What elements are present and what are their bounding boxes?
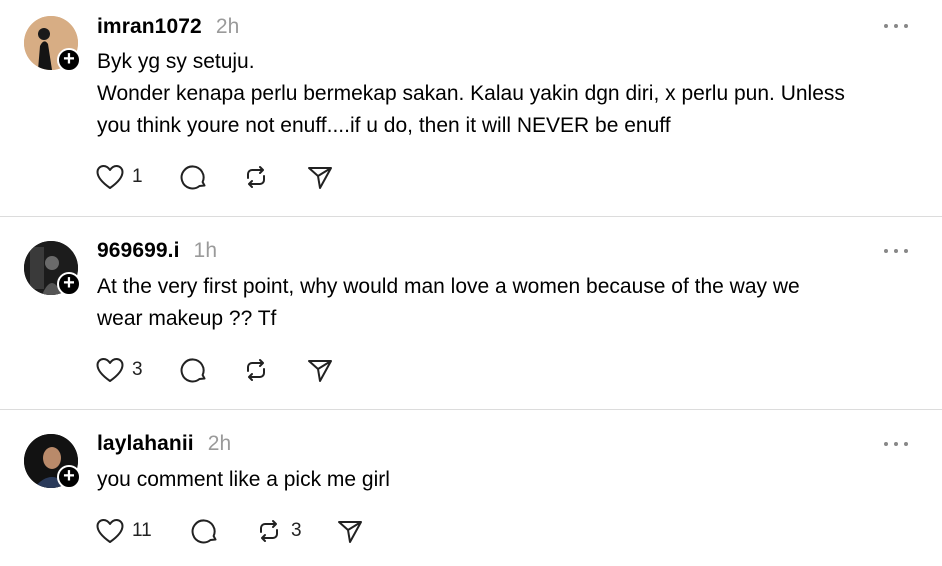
like-button[interactable]: 3 bbox=[96, 355, 180, 385]
timestamp: 2h bbox=[207, 432, 232, 455]
comment-icon bbox=[180, 358, 206, 383]
heart-icon bbox=[96, 519, 124, 543]
repost-icon bbox=[260, 520, 278, 542]
post-3: + laylahanii 2h you comment like a pick m… bbox=[0, 410, 942, 566]
follow-plus-icon[interactable]: + bbox=[57, 48, 81, 72]
username[interactable]: 969699.i bbox=[97, 239, 180, 262]
heart-icon bbox=[96, 165, 124, 189]
post-2: + 969699.i 1h At the very first point, wh… bbox=[0, 217, 942, 409]
like-count: 11 bbox=[132, 520, 152, 541]
post-line: Wonder kenapa perlu bermekap sakan. Kala… bbox=[97, 82, 845, 105]
post-text: Byk yg sy setuju. Wonder kenapa perlu be… bbox=[97, 46, 927, 142]
comment-icon bbox=[180, 165, 206, 190]
like-button[interactable]: 11 bbox=[96, 516, 191, 546]
post-text: At the very first point, why would man l… bbox=[97, 271, 927, 335]
more-icon[interactable] bbox=[884, 438, 908, 450]
share-button[interactable] bbox=[306, 162, 334, 192]
action-bar: 3 bbox=[96, 355, 334, 385]
post-line: you comment like a pick me girl bbox=[97, 468, 390, 491]
more-icon[interactable] bbox=[884, 20, 908, 32]
repost-button[interactable]: 3 bbox=[255, 516, 336, 546]
post-text: you comment like a pick me girl bbox=[97, 464, 927, 496]
post-line: wear makeup ?? Tf bbox=[97, 307, 277, 330]
repost-button[interactable] bbox=[242, 355, 306, 385]
action-bar: 11 3 bbox=[96, 516, 364, 546]
reply-button[interactable] bbox=[180, 355, 242, 385]
timestamp: 1h bbox=[193, 239, 218, 262]
username-row: laylahanii 2h bbox=[97, 432, 231, 456]
post-line: you think youre not enuff....if u do, th… bbox=[97, 114, 671, 137]
post-1: + imran1072 2h Byk yg sy setuju. Wonder k… bbox=[0, 0, 942, 216]
repost-button[interactable] bbox=[242, 162, 306, 192]
repost-icon bbox=[247, 166, 265, 188]
send-icon bbox=[308, 360, 332, 382]
username-row: imran1072 2h bbox=[97, 15, 239, 39]
like-count: 1 bbox=[132, 166, 143, 187]
like-count: 3 bbox=[132, 359, 143, 380]
send-icon bbox=[308, 167, 332, 189]
heart-icon bbox=[96, 358, 124, 382]
share-button[interactable] bbox=[306, 355, 334, 385]
reply-button[interactable] bbox=[180, 162, 242, 192]
send-icon bbox=[338, 521, 362, 543]
post-line: At the very first point, why would man l… bbox=[97, 275, 800, 298]
follow-plus-icon[interactable]: + bbox=[57, 465, 81, 489]
timestamp: 2h bbox=[215, 15, 240, 38]
comment-icon bbox=[191, 519, 217, 544]
username[interactable]: laylahanii bbox=[97, 432, 194, 455]
repost-count: 3 bbox=[291, 520, 302, 541]
username-row: 969699.i 1h bbox=[97, 239, 217, 263]
like-button[interactable]: 1 bbox=[96, 162, 180, 192]
more-icon[interactable] bbox=[884, 245, 908, 257]
post-line: Byk yg sy setuju. bbox=[97, 50, 255, 73]
share-button[interactable] bbox=[336, 516, 364, 546]
username[interactable]: imran1072 bbox=[97, 15, 202, 38]
repost-icon bbox=[247, 359, 265, 381]
follow-plus-icon[interactable]: + bbox=[57, 272, 81, 296]
reply-button[interactable] bbox=[191, 516, 255, 546]
action-bar: 1 bbox=[96, 162, 334, 192]
